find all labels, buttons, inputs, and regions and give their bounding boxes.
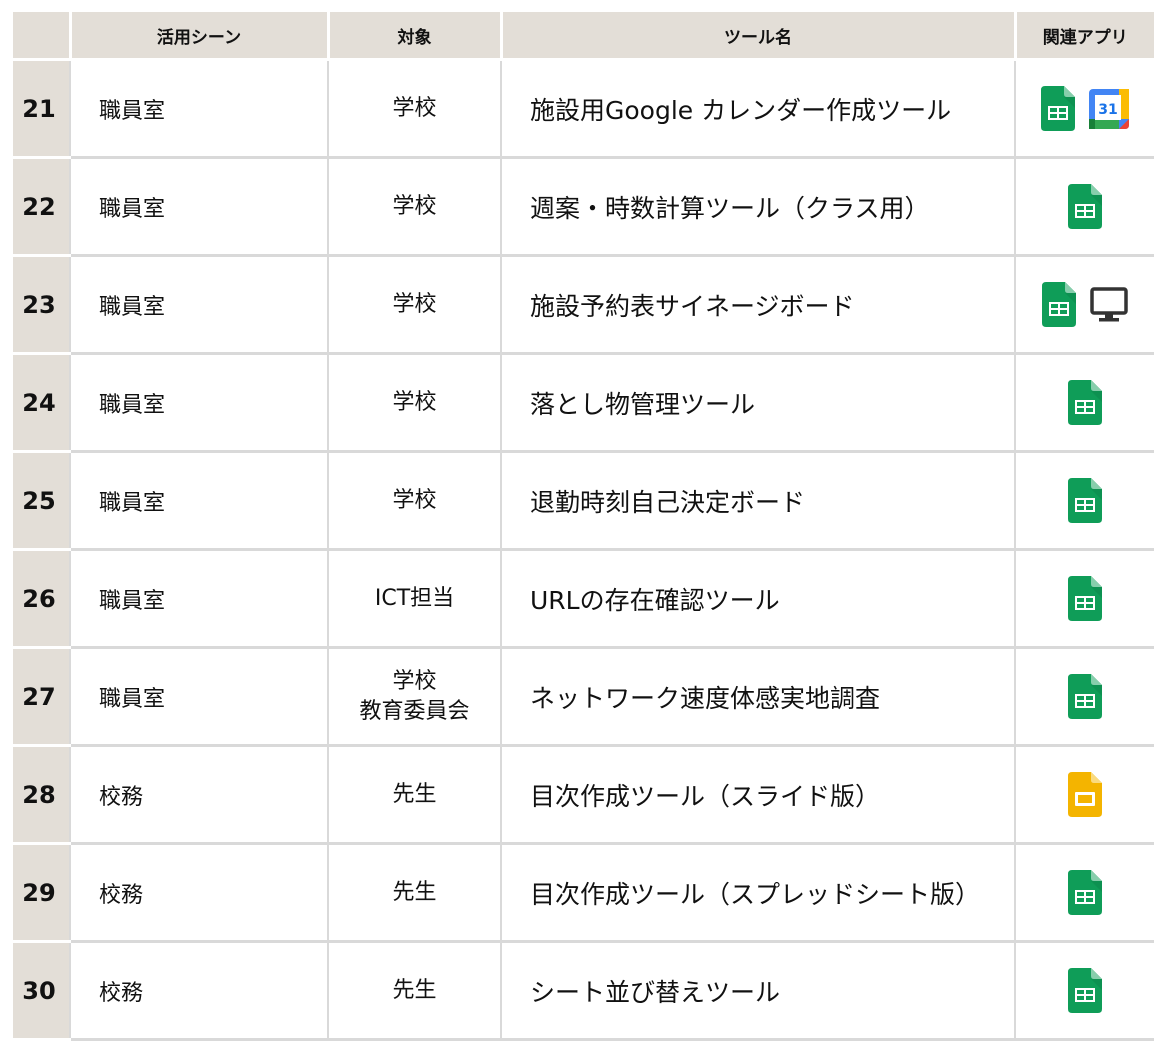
tool-name-cell: 施設用Google カレンダー作成ツール	[500, 59, 1015, 159]
table-row: 27 職員室 学校 教育委員会 ネットワーク速度体感実地調査	[13, 647, 1154, 747]
target-cell: 学校	[327, 255, 501, 355]
row-number: 23	[13, 255, 70, 355]
target-cell: ICT担当	[327, 549, 501, 649]
target-cell: 学校	[327, 157, 501, 257]
target-text: 学校	[392, 487, 437, 513]
scene-cell: 職員室	[69, 255, 328, 355]
target-cell: 先生	[327, 941, 501, 1041]
related-apps-cell	[1014, 157, 1154, 257]
sheets-icon	[1068, 380, 1102, 425]
row-number: 26	[13, 549, 70, 649]
related-apps-cell	[1014, 451, 1154, 551]
table-row: 24 職員室 学校 落とし物管理ツール	[13, 353, 1154, 453]
related-apps-cell	[1014, 843, 1154, 943]
table-row: 21 職員室 学校 施設用Google カレンダー作成ツール 31	[13, 59, 1154, 159]
tool-name-cell: 退勤時刻自己決定ボード	[500, 451, 1015, 551]
header-num	[13, 12, 70, 61]
header-apps: 関連アプリ	[1013, 12, 1154, 61]
target-text: 学校	[392, 95, 437, 121]
svg-text:31: 31	[1098, 102, 1117, 118]
related-apps-cell	[1014, 549, 1154, 649]
tool-name-cell: 目次作成ツール（スライド版）	[500, 745, 1015, 845]
row-number: 27	[13, 647, 70, 747]
target-text: 学校	[392, 193, 437, 219]
target-cell: 学校	[327, 59, 501, 159]
tool-name-cell: 施設予約表サイネージボード	[500, 255, 1015, 355]
row-number: 21	[13, 59, 70, 159]
scene-cell: 職員室	[69, 353, 328, 453]
target-cell: 学校	[327, 451, 501, 551]
header-row: 活用シーン 対象 ツール名 関連アプリ	[13, 12, 1154, 61]
row-number: 30	[13, 941, 70, 1041]
scene-cell: 校務	[69, 941, 328, 1041]
header-scene: 活用シーン	[68, 12, 328, 61]
scene-cell: 校務	[69, 843, 328, 943]
scene-cell: 校務	[69, 745, 328, 845]
sheets-icon	[1068, 184, 1102, 229]
row-number: 25	[13, 451, 70, 551]
row-number: 29	[13, 843, 70, 943]
tool-name-cell: 週案・時数計算ツール（クラス用）	[500, 157, 1015, 257]
tools-table: 活用シーン 対象 ツール名 関連アプリ 21 職員室 学校 施設用Google カレン…	[13, 12, 1154, 1041]
scene-cell: 職員室	[69, 157, 328, 257]
sheets-icon	[1041, 86, 1075, 131]
table-row: 22 職員室 学校 週案・時数計算ツール（クラス用）	[13, 157, 1154, 257]
sheets-icon	[1068, 674, 1102, 719]
table-row: 30 校務 先生 シート並び替えツール	[13, 941, 1154, 1041]
row-number: 28	[13, 745, 70, 845]
header-target: 対象	[326, 12, 501, 61]
table-row: 26 職員室 ICT担当 URLの存在確認ツール	[13, 549, 1154, 649]
sheets-icon	[1068, 576, 1102, 621]
table-row: 28 校務 先生 目次作成ツール（スライド版）	[13, 745, 1154, 845]
related-apps-cell	[1014, 647, 1154, 747]
related-apps-cell	[1014, 745, 1154, 845]
scene-cell: 職員室	[69, 451, 328, 551]
target-text: 先生	[392, 977, 437, 1003]
header-tool: ツール名	[499, 12, 1015, 61]
target-text: 教育委員会	[359, 698, 470, 724]
scene-cell: 職員室	[69, 647, 328, 747]
tool-name-cell: 落とし物管理ツール	[500, 353, 1015, 453]
target-text: 先生	[392, 781, 437, 807]
sheets-icon	[1042, 282, 1076, 327]
tool-name-cell: シート並び替えツール	[500, 941, 1015, 1041]
slides-icon	[1068, 772, 1102, 817]
sheets-icon	[1068, 478, 1102, 523]
scene-cell: 職員室	[69, 549, 328, 649]
calendar-icon: 31	[1089, 88, 1129, 129]
tool-name-cell: ネットワーク速度体感実地調査	[500, 647, 1015, 747]
target-text: ICT担当	[374, 585, 455, 611]
table-row: 29 校務 先生 目次作成ツール（スプレッドシート版）	[13, 843, 1154, 943]
tool-name-cell: 目次作成ツール（スプレッドシート版）	[500, 843, 1015, 943]
table-row: 25 職員室 学校 退勤時刻自己決定ボード	[13, 451, 1154, 551]
sheets-icon	[1068, 870, 1102, 915]
related-apps-cell	[1014, 941, 1154, 1041]
target-cell: 学校 教育委員会	[327, 647, 501, 747]
target-cell: 学校	[327, 353, 501, 453]
target-text: 学校	[392, 668, 437, 694]
row-number: 24	[13, 353, 70, 453]
related-apps-cell: 31	[1014, 59, 1154, 159]
related-apps-cell	[1014, 255, 1154, 355]
table-row: 23 職員室 学校 施設予約表サイネージボード	[13, 255, 1154, 355]
target-text: 学校	[392, 291, 437, 317]
target-cell: 先生	[327, 843, 501, 943]
target-text: 学校	[392, 389, 437, 415]
target-cell: 先生	[327, 745, 501, 845]
row-number: 22	[13, 157, 70, 257]
monitor-icon	[1090, 286, 1128, 321]
sheets-icon	[1068, 968, 1102, 1013]
related-apps-cell	[1014, 353, 1154, 453]
scene-cell: 職員室	[69, 59, 328, 159]
target-text: 先生	[392, 879, 437, 905]
tool-name-cell: URLの存在確認ツール	[500, 549, 1015, 649]
